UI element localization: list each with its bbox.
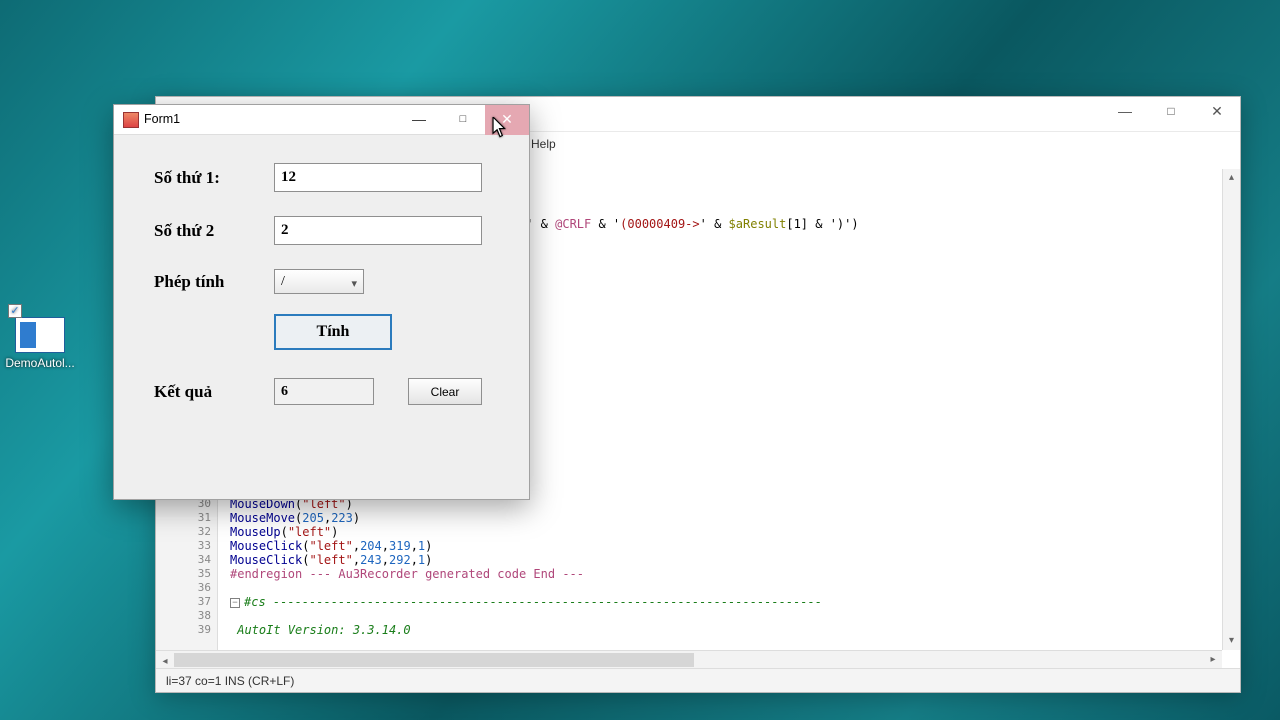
app-icon: ✓ bbox=[16, 318, 64, 352]
maximize-button[interactable]: □ bbox=[441, 105, 485, 135]
input-number2[interactable]: 2 bbox=[274, 216, 482, 245]
maximize-button[interactable]: □ bbox=[1148, 97, 1194, 127]
status-text: li=37 co=1 INS (CR+LF) bbox=[166, 674, 294, 688]
output-result[interactable]: 6 bbox=[274, 378, 374, 405]
scroll-right-icon[interactable]: ▸ bbox=[1204, 651, 1222, 669]
minimize-button[interactable]: — bbox=[1102, 97, 1148, 127]
horizontal-scrollbar[interactable]: ◂ ▸ bbox=[156, 650, 1222, 668]
close-button[interactable]: ✕ bbox=[1194, 97, 1240, 127]
clear-button[interactable]: Clear bbox=[408, 378, 482, 405]
form1-title: Form1 bbox=[144, 112, 180, 126]
calculate-button[interactable]: Tính bbox=[274, 314, 392, 350]
vertical-scrollbar[interactable]: ▴ ▾ bbox=[1222, 169, 1240, 650]
menu-help[interactable]: Help bbox=[531, 137, 556, 151]
label-result: Kết quả bbox=[154, 382, 274, 402]
form1-body: Số thứ 1: 12 Số thứ 2 2 Phép tính / Tính… bbox=[114, 135, 529, 405]
minimize-button[interactable]: — bbox=[397, 105, 441, 135]
scrollbar-thumb[interactable] bbox=[174, 653, 694, 667]
close-button[interactable]: ✕ bbox=[485, 105, 529, 135]
input-number1[interactable]: 12 bbox=[274, 163, 482, 192]
label-number2: Số thứ 2 bbox=[154, 221, 274, 241]
fold-icon[interactable]: − bbox=[230, 598, 240, 608]
status-bar: li=37 co=1 INS (CR+LF) bbox=[156, 668, 1240, 692]
select-operation[interactable]: / bbox=[274, 269, 364, 294]
desktop-icon-demoautoit[interactable]: ✓ DemoAutol... bbox=[4, 318, 76, 370]
check-icon: ✓ bbox=[8, 304, 22, 318]
form1-titlebar[interactable]: Form1 — □ ✕ bbox=[114, 105, 529, 135]
form1-window: Form1 — □ ✕ Số thứ 1: 12 Số thứ 2 2 Phép… bbox=[113, 104, 530, 500]
scroll-up-icon[interactable]: ▴ bbox=[1223, 169, 1240, 187]
desktop-icon-label: DemoAutol... bbox=[4, 356, 76, 370]
scroll-down-icon[interactable]: ▾ bbox=[1223, 632, 1240, 650]
label-number1: Số thứ 1: bbox=[154, 168, 274, 188]
form-icon bbox=[124, 113, 138, 127]
label-operation: Phép tính bbox=[154, 272, 274, 292]
